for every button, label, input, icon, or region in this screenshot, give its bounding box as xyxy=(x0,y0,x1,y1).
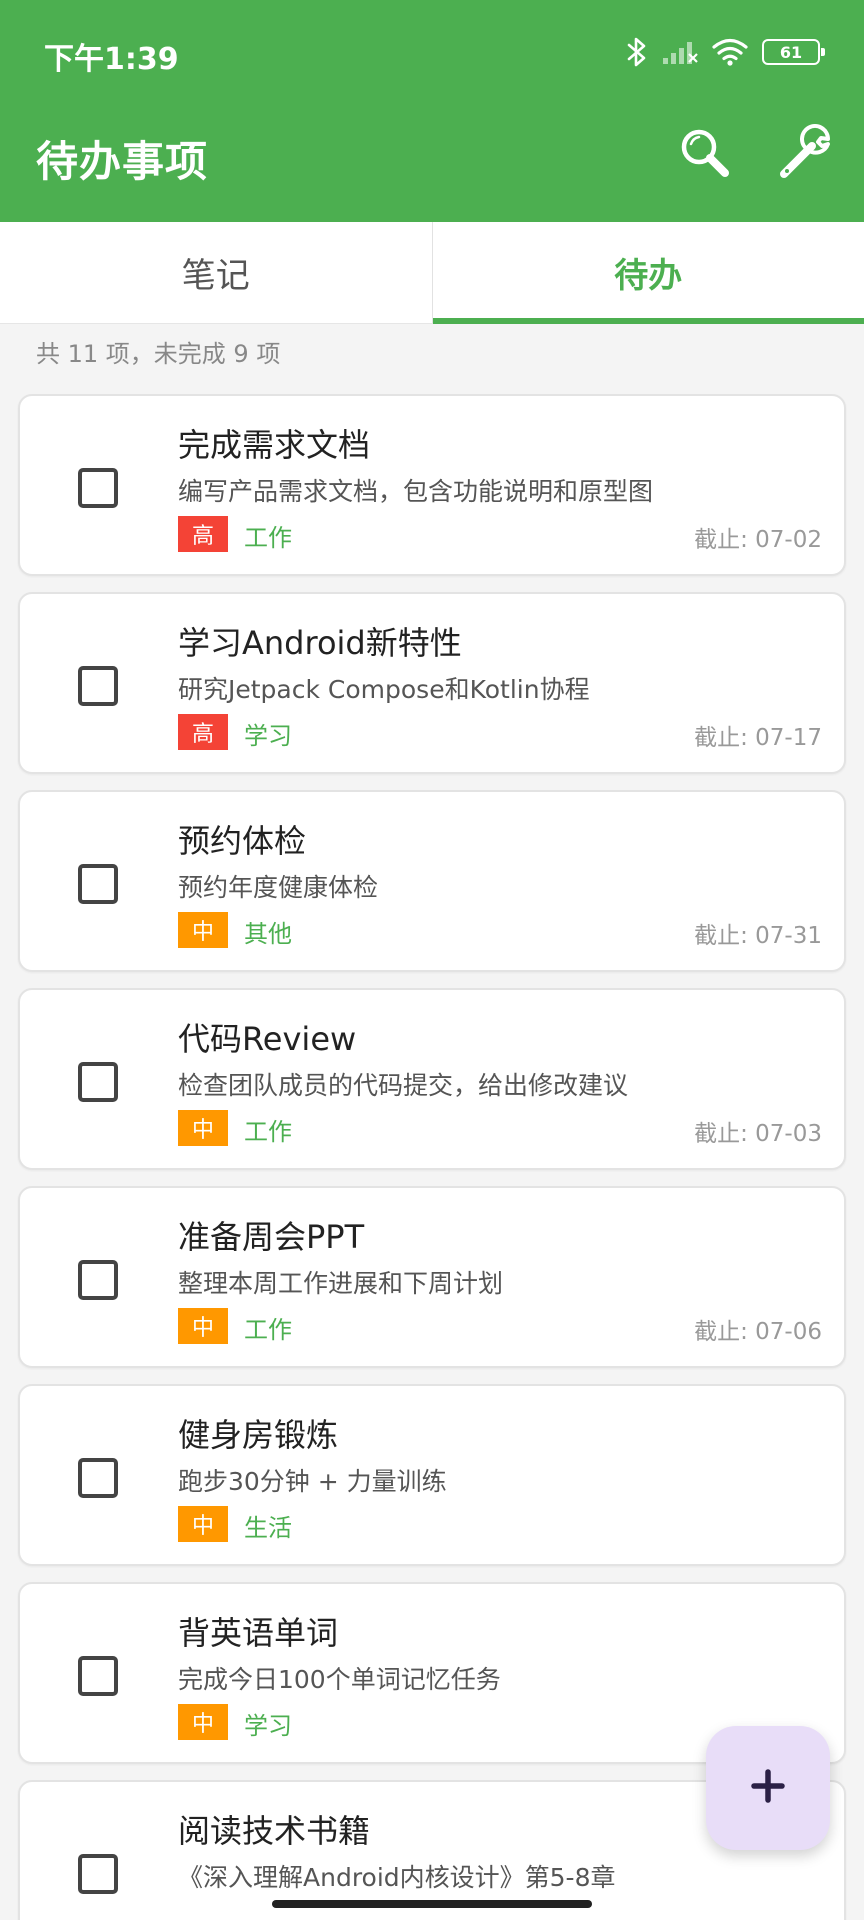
due-date: 截止: 07-17 xyxy=(694,725,822,751)
due-date: 截止: 07-31 xyxy=(694,923,822,949)
tab-todos[interactable]: 待办 xyxy=(432,222,864,324)
due-date: 截止: 07-03 xyxy=(694,1121,822,1147)
category-label: 学习 xyxy=(244,722,292,750)
todo-title: 准备周会PPT xyxy=(178,1218,365,1256)
todo-card[interactable]: 学习Android新特性研究Jetpack Compose和Kotlin协程高学… xyxy=(18,592,846,774)
todo-checkbox[interactable] xyxy=(78,1062,118,1102)
priority-badge: 中 xyxy=(178,1308,228,1344)
todo-description: 《深入理解Android内核设计》第5-8章 xyxy=(178,1863,616,1892)
todo-card[interactable]: 准备周会PPT 整理本周工作进展和下周计划中工作 截止: 07-06 xyxy=(18,1186,846,1368)
tab-notes[interactable]: 笔记 xyxy=(0,222,432,323)
category-label: 其他 xyxy=(244,920,292,948)
todo-card[interactable]: 代码Review 检查团队成员的代码提交，给出修改建议中工作 截止: 07-03 xyxy=(18,988,846,1170)
battery-icon: 61 xyxy=(762,39,825,65)
todo-checkbox[interactable] xyxy=(78,1458,118,1498)
cellular-signal-icon xyxy=(662,39,698,65)
todo-app-screen: 下午1:39 61 待办事项 笔记 待办 共 11 项，未完成 9 项 完成需求… xyxy=(0,0,864,1920)
priority-badge: 高 xyxy=(178,516,228,552)
wifi-icon xyxy=(712,38,748,66)
status-bar: 下午1:39 61 xyxy=(0,0,864,100)
todo-checkbox[interactable] xyxy=(78,666,118,706)
due-date: 截止: 07-06 xyxy=(694,1319,822,1345)
home-indicator xyxy=(272,1900,592,1908)
todo-description: 编写产品需求文档，包含功能说明和原型图 xyxy=(178,477,654,506)
priority-badge: 中 xyxy=(178,1110,228,1146)
add-todo-button[interactable] xyxy=(706,1726,830,1850)
priority-badge: 中 xyxy=(178,912,228,948)
priority-badge: 中 xyxy=(178,1506,228,1542)
page-title: 待办事项 xyxy=(36,137,209,186)
todo-title: 背英语单词 xyxy=(178,1614,339,1652)
todo-card[interactable]: 预约体检预约年度健康体检中其他 截止: 07-31 xyxy=(18,790,846,972)
app-header: 下午1:39 61 待办事项 xyxy=(0,0,864,222)
todo-description: 跑步30分钟 + 力量训练 xyxy=(178,1467,447,1496)
todo-card[interactable]: 完成需求文档编写产品需求文档，包含功能说明和原型图高工作 截止: 07-02 xyxy=(18,394,846,576)
settings-button[interactable] xyxy=(776,122,840,186)
todo-title: 学习Android新特性 xyxy=(178,624,462,662)
plus-icon xyxy=(750,1768,786,1808)
category-label: 学习 xyxy=(244,1712,292,1740)
todo-description: 研究Jetpack Compose和Kotlin协程 xyxy=(178,675,590,704)
priority-badge: 中 xyxy=(178,1704,228,1740)
tab-bar: 笔记 待办 xyxy=(0,222,864,324)
todo-checkbox[interactable] xyxy=(78,864,118,904)
category-label: 生活 xyxy=(244,1514,292,1542)
todo-checkbox[interactable] xyxy=(78,1854,118,1894)
todo-title: 代码Review xyxy=(178,1020,357,1058)
todo-description: 预约年度健康体检 xyxy=(178,873,379,902)
todo-description: 检查团队成员的代码提交，给出修改建议 xyxy=(178,1071,629,1100)
todo-checkbox[interactable] xyxy=(78,1656,118,1696)
wrench-icon xyxy=(778,122,838,186)
bluetooth-icon xyxy=(626,36,648,68)
battery-level: 61 xyxy=(779,42,803,62)
status-time: 下午1:39 xyxy=(44,42,179,77)
search-icon xyxy=(677,125,731,183)
todo-description: 完成今日100个单词记忆任务 xyxy=(178,1665,501,1694)
todo-summary: 共 11 项，未完成 9 项 xyxy=(36,340,281,368)
category-label: 工作 xyxy=(244,524,292,552)
todo-title: 预约体检 xyxy=(178,822,307,860)
todo-title: 阅读技术书籍 xyxy=(178,1812,371,1850)
due-date: 截止: 07-02 xyxy=(694,527,822,553)
todo-title: 完成需求文档 xyxy=(178,426,371,464)
todo-card[interactable]: 健身房锻炼跑步30分钟 + 力量训练中生活 xyxy=(18,1384,846,1566)
todo-list[interactable]: 完成需求文档 编写产品需求文档，包含功能说明和原型图高工作 截止: 07-02 学习A… xyxy=(18,394,846,1920)
todo-checkbox[interactable] xyxy=(78,1260,118,1300)
priority-badge: 高 xyxy=(178,714,228,750)
todo-description: 整理本周工作进展和下周计划 xyxy=(178,1269,504,1298)
todo-checkbox[interactable] xyxy=(78,468,118,508)
todo-title: 健身房锻炼 xyxy=(178,1416,339,1454)
status-icons: 61 xyxy=(626,34,825,70)
category-label: 工作 xyxy=(244,1118,292,1146)
search-button[interactable] xyxy=(672,122,736,186)
category-label: 工作 xyxy=(244,1316,292,1344)
